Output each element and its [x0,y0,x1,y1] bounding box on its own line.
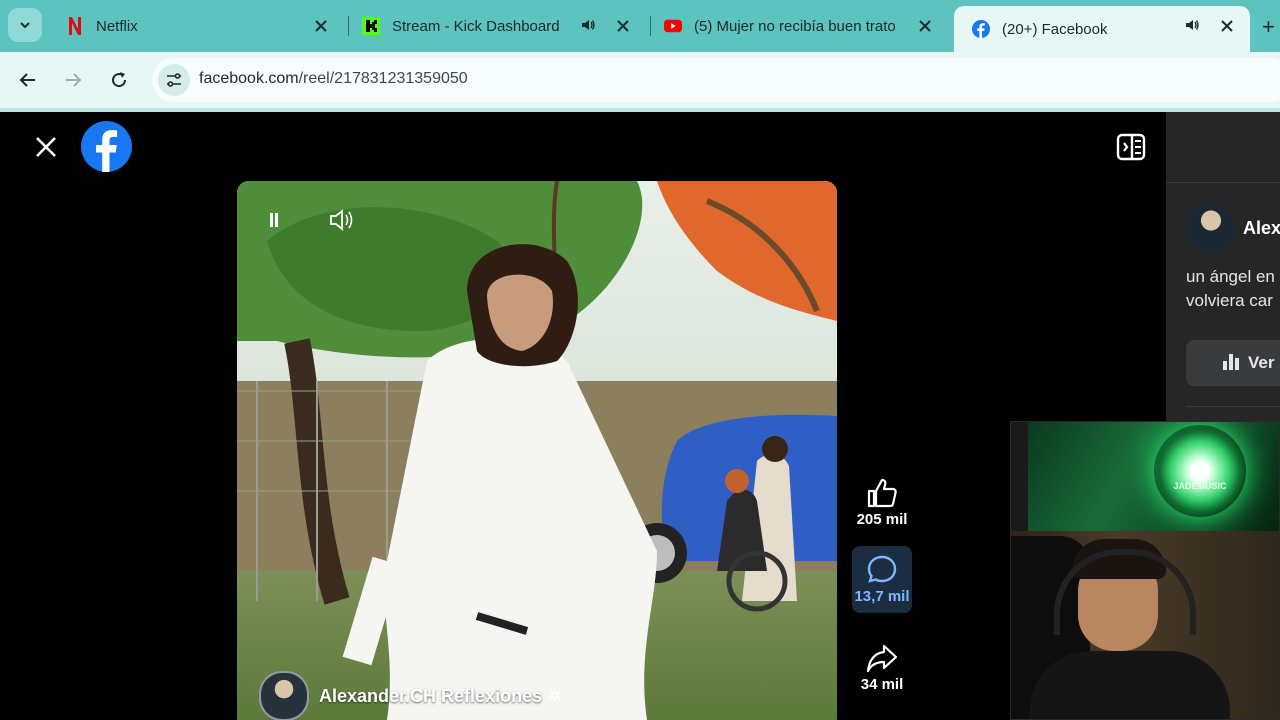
facebook-icon [972,20,990,38]
forward-button[interactable] [59,66,87,94]
volume-icon [330,209,353,231]
webcam-overlay: JADEMUSIC [1010,421,1280,720]
speaker-icon[interactable] [580,17,596,37]
view-insights-label: Ver [1248,353,1275,372]
facebook-logo[interactable] [81,121,132,172]
side-panel-toggle-button[interactable] [1116,132,1146,162]
chevron-down-icon [20,22,30,29]
bar-chart-icon [1222,352,1240,375]
kick-icon [362,17,380,35]
netflix-icon [66,17,84,35]
volume-button[interactable] [325,203,359,237]
pause-icon [270,213,278,227]
author-avatar[interactable] [1186,203,1236,253]
tune-icon [167,73,181,87]
divider [1186,406,1280,407]
divider [1166,182,1280,183]
browser-toolbar: facebook.com/reel/217831231359050 [0,52,1280,108]
like-count: 205 mil [856,511,908,528]
tab-search-button[interactable] [8,8,42,42]
close-icon [36,137,56,157]
close-viewer-button[interactable] [33,134,59,160]
facebook-logo-icon [81,121,132,172]
avatar[interactable] [259,671,309,720]
thumbs-up-icon [852,475,912,511]
tab-strip: Netflix Stream - Kick Dashboard (5) Muje… [0,0,1280,52]
channel-name[interactable]: Alexander.CH Reflexiones [319,686,542,707]
share-button[interactable]: 34 mil [852,640,912,693]
tab-title: (5) Mujer no recibía buen trato [694,17,896,35]
comment-count: 13,7 mil [854,588,910,605]
tab-facebook[interactable]: (20+) Facebook [954,6,1250,52]
reel-video[interactable]: Alexander.CH Reflexiones ✲ [237,181,837,720]
new-tab-button[interactable]: + [1262,14,1275,40]
tab-title: Stream - Kick Dashboard [392,17,560,35]
site-info-button[interactable] [158,64,190,96]
reel-description: un ángel en volviera car [1186,265,1275,313]
tab-netflix[interactable]: Netflix [48,8,344,44]
description-line: volviera car [1186,291,1273,310]
tab-title: Netflix [96,17,138,35]
video-frame [237,181,837,720]
settings-icon[interactable]: ✲ [548,686,561,706]
tab-youtube[interactable]: (5) Mujer no recibía buen trato [646,8,948,44]
arrow-right-icon [66,73,82,87]
url-text[interactable]: facebook.com/reel/217831231359050 [199,70,468,88]
address-bar[interactable]: facebook.com/reel/217831231359050 [152,58,1280,102]
speaker-icon[interactable] [1184,17,1200,37]
split-view-icon [1116,133,1146,161]
url-host: facebook.com [199,70,299,87]
tab-title: (20+) Facebook [1002,20,1108,38]
view-insights-button[interactable]: Ver [1186,340,1280,386]
close-tab-icon[interactable] [312,17,330,35]
close-tab-icon[interactable] [916,17,934,35]
share-icon [852,640,912,676]
like-button[interactable]: 205 mil [852,475,912,528]
webcam-frame [1010,421,1280,720]
tab-kick-dashboard[interactable]: Stream - Kick Dashboard [344,8,646,44]
youtube-icon [664,17,682,35]
reload-icon [112,72,127,88]
author-name[interactable]: Alex [1243,218,1280,239]
share-count: 34 mil [860,676,904,693]
reload-button[interactable] [105,66,133,94]
reel-viewer: Alexander.CH Reflexiones ✲ 205 mil 13,7 … [0,112,1166,720]
description-line: un ángel en [1186,267,1275,286]
back-button[interactable] [14,66,42,94]
comment-icon [852,552,912,588]
pause-button[interactable] [259,203,293,237]
url-path: /reel/217831231359050 [298,70,468,87]
comment-button[interactable]: 13,7 mil [852,546,912,613]
reel-channel[interactable]: Alexander.CH Reflexiones ✲ [259,671,562,720]
arrow-left-icon [19,73,35,87]
close-tab-icon[interactable] [1218,17,1236,35]
close-tab-icon[interactable] [614,17,632,35]
